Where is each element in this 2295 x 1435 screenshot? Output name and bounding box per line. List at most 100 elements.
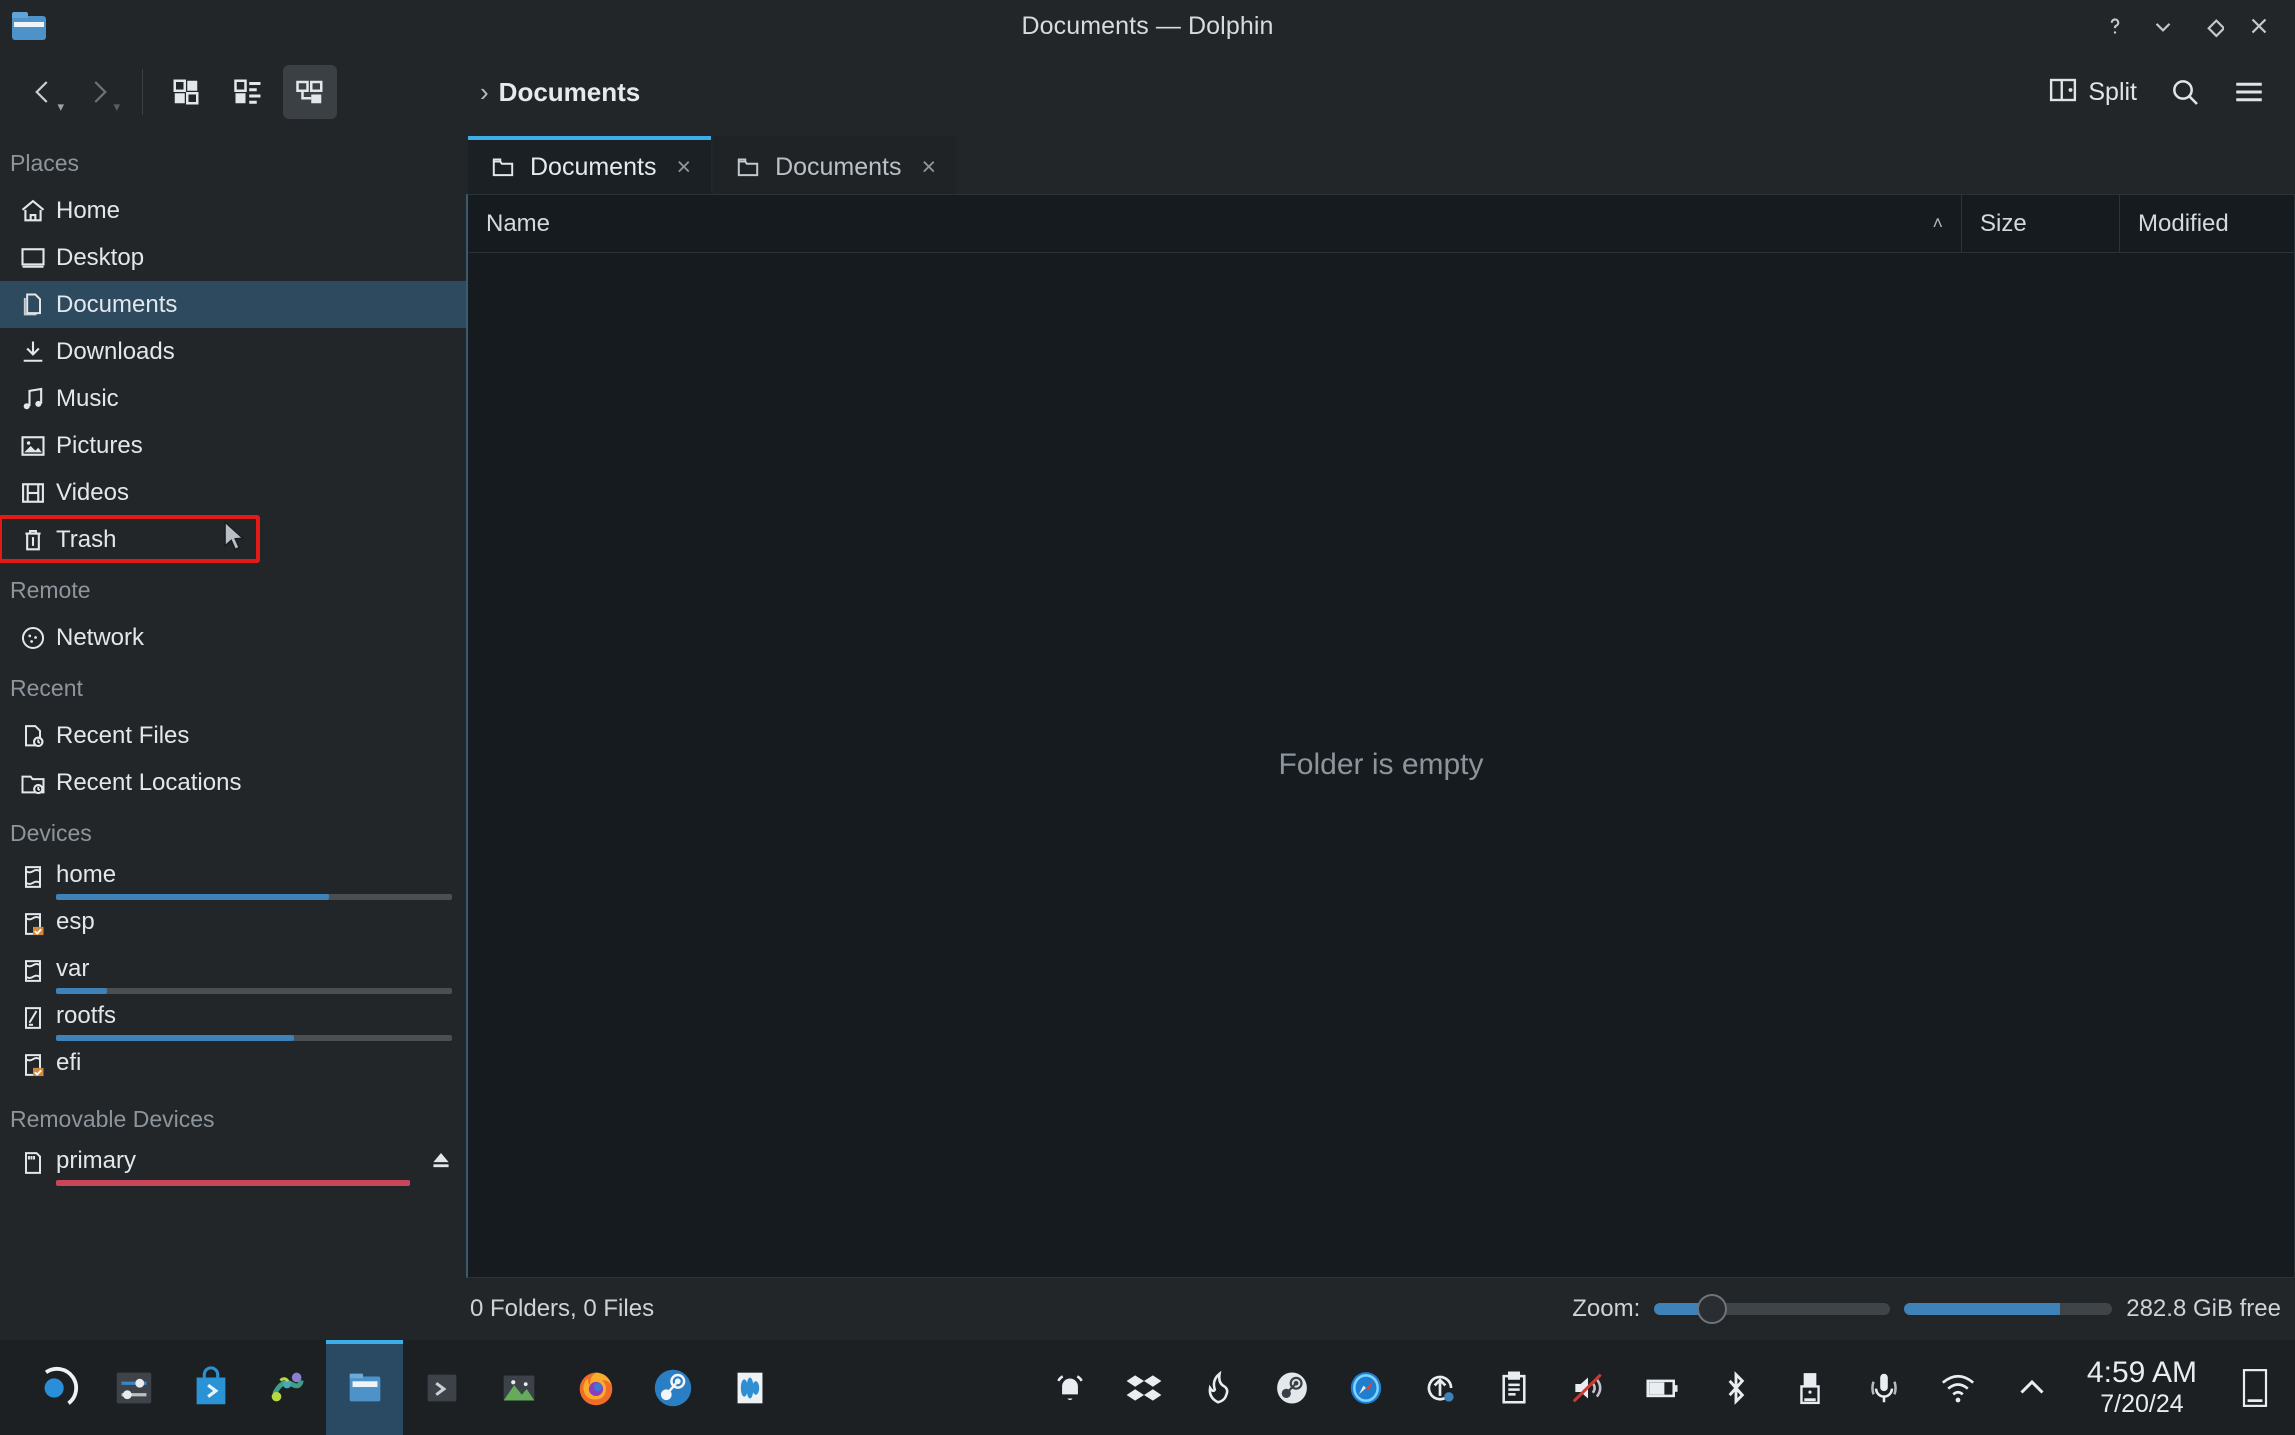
close-button[interactable] [2237, 6, 2281, 46]
show-desktop-icon[interactable] [2215, 1340, 2295, 1435]
recent-folder-icon [10, 769, 56, 797]
sdcard-icon [10, 1147, 56, 1177]
dropbox-icon[interactable] [1107, 1340, 1181, 1435]
firefox-icon[interactable] [557, 1340, 634, 1435]
maximize-button[interactable] [2189, 6, 2233, 46]
flame-icon[interactable] [1181, 1340, 1255, 1435]
toolbar-main-group: › Documents Split [466, 68, 2295, 116]
sidebar-label: Trash [56, 525, 117, 553]
sidebar-item-device-primary[interactable]: primary [0, 1143, 466, 1190]
sidebar-item-network[interactable]: Network [0, 614, 466, 661]
sidebar-section-recent: Recent [10, 675, 83, 701]
sidebar-item-downloads[interactable]: Downloads [0, 328, 466, 375]
tab-close-icon[interactable]: × [676, 153, 691, 182]
audio-mixer-icon[interactable] [711, 1340, 788, 1435]
toolbar-left-group: ▾ ▾ [0, 65, 466, 119]
bluetooth-icon[interactable] [1699, 1340, 1773, 1435]
sidebar-item-device-home[interactable]: home [0, 857, 466, 904]
sidebar-item-device-efi[interactable]: efi [0, 1045, 466, 1092]
back-button[interactable]: ▾ [16, 65, 70, 119]
kdenlive-icon[interactable] [249, 1340, 326, 1435]
sidebar-item-recent-locations[interactable]: Recent Locations [0, 759, 466, 806]
steam-icon[interactable] [634, 1340, 711, 1435]
tab-documents-2[interactable]: Documents × [713, 136, 957, 194]
column-label: Name [486, 209, 551, 237]
sidebar-item-documents[interactable]: Documents [0, 281, 466, 328]
sidebar-label: Recent Locations [56, 768, 242, 796]
sort-ascending-icon: ˄ [1932, 213, 1943, 233]
clipboard-icon[interactable] [1477, 1340, 1551, 1435]
breadcrumb-current-folder[interactable]: Documents [499, 77, 641, 108]
trash-icon [10, 526, 56, 554]
image-viewer-icon[interactable] [480, 1340, 557, 1435]
portal-compass-icon[interactable] [1329, 1340, 1403, 1435]
column-header-name[interactable]: Name ˄ [468, 195, 1961, 252]
sidebar-item-videos[interactable]: Videos [0, 469, 466, 516]
sidebar-section-devices: Devices [10, 820, 92, 846]
discover-store-icon[interactable] [172, 1340, 249, 1435]
microphone-icon[interactable] [1847, 1340, 1921, 1435]
sidebar-item-recent-files[interactable]: Recent Files [0, 712, 466, 759]
free-space-bar [1904, 1303, 2113, 1315]
column-label: Size [1980, 209, 2027, 237]
tab-close-icon[interactable]: × [922, 153, 937, 182]
sidebar-label: Pictures [56, 431, 143, 459]
toolbar-divider [142, 69, 143, 115]
help-button[interactable] [2093, 6, 2137, 46]
view-mode-icons-button[interactable] [159, 65, 213, 119]
sidebar-item-trash[interactable]: Trash [0, 515, 466, 563]
view-mode-compact-button[interactable] [221, 65, 275, 119]
chevron-down-icon: ▾ [57, 99, 64, 114]
show-hidden-tray-icon[interactable] [1995, 1340, 2069, 1435]
main-toolbar: ▾ ▾ › Documents Split [0, 52, 2295, 132]
tab-bar: Documents × Documents × [466, 132, 2295, 194]
file-list-view[interactable]: Name ˄ Size Modified Folder is empty [466, 194, 2295, 1278]
video-icon [10, 479, 56, 507]
settings-icon[interactable] [95, 1340, 172, 1435]
update-icon[interactable] [1403, 1340, 1477, 1435]
wifi-icon[interactable] [1921, 1340, 1995, 1435]
sidebar-label: Network [56, 623, 145, 651]
system-tray [1033, 1340, 2069, 1435]
zoom-slider-handle[interactable] [1696, 1294, 1727, 1324]
sidebar-item-pictures[interactable]: Pictures [0, 422, 466, 469]
sidebar-item-device-rootfs[interactable]: rootfs [0, 998, 466, 1045]
sidebar-item-device-var[interactable]: var [0, 951, 466, 998]
column-header-modified[interactable]: Modified [2119, 195, 2294, 252]
clock[interactable]: 4:59 AM 7/20/24 [2069, 1356, 2215, 1419]
sidebar-label: var [56, 955, 90, 982]
minimize-button[interactable] [2141, 6, 2185, 46]
picture-icon [10, 432, 56, 460]
window-controls [2093, 6, 2295, 46]
tab-documents-1[interactable]: Documents × [468, 136, 712, 194]
sidebar-section-remote: Remote [10, 577, 91, 603]
notifications-bell-icon[interactable] [1033, 1340, 1107, 1435]
terminal-icon[interactable] [403, 1340, 480, 1435]
sidebar-item-home[interactable]: Home [0, 187, 466, 234]
forward-button[interactable]: ▾ [72, 65, 126, 119]
drive-unmounted-icon [10, 1049, 56, 1079]
view-mode-details-button[interactable] [283, 65, 337, 119]
taskbar: 4:59 AM 7/20/24 [0, 1340, 2295, 1435]
usb-device-icon[interactable] [1773, 1340, 1847, 1435]
sidebar-label: Recent Files [56, 721, 190, 749]
file-list-empty-area[interactable]: Folder is empty [468, 253, 2294, 1277]
kde-menu-icon[interactable] [18, 1340, 95, 1435]
status-bar-right: Zoom: 282.8 GiB free [1572, 1294, 2281, 1324]
dolphin-file-manager-icon[interactable] [326, 1340, 403, 1435]
hamburger-menu-button[interactable] [2225, 68, 2273, 116]
breadcrumb[interactable]: › Documents [466, 77, 640, 108]
tab-label: Documents [775, 152, 902, 181]
column-header-size[interactable]: Size [1961, 195, 2119, 252]
sidebar-label: esp [56, 908, 95, 935]
search-button[interactable] [2161, 68, 2209, 116]
steam-tray-icon[interactable] [1255, 1340, 1329, 1435]
sidebar-item-desktop[interactable]: Desktop [0, 234, 466, 281]
volume-muted-icon[interactable] [1551, 1340, 1625, 1435]
battery-icon[interactable] [1625, 1340, 1699, 1435]
eject-icon[interactable] [424, 1147, 458, 1173]
sidebar-item-device-esp[interactable]: esp [0, 904, 466, 951]
sidebar-item-music[interactable]: Music [0, 375, 466, 422]
split-view-button[interactable]: Split [2040, 69, 2145, 116]
zoom-slider[interactable] [1654, 1294, 1891, 1324]
